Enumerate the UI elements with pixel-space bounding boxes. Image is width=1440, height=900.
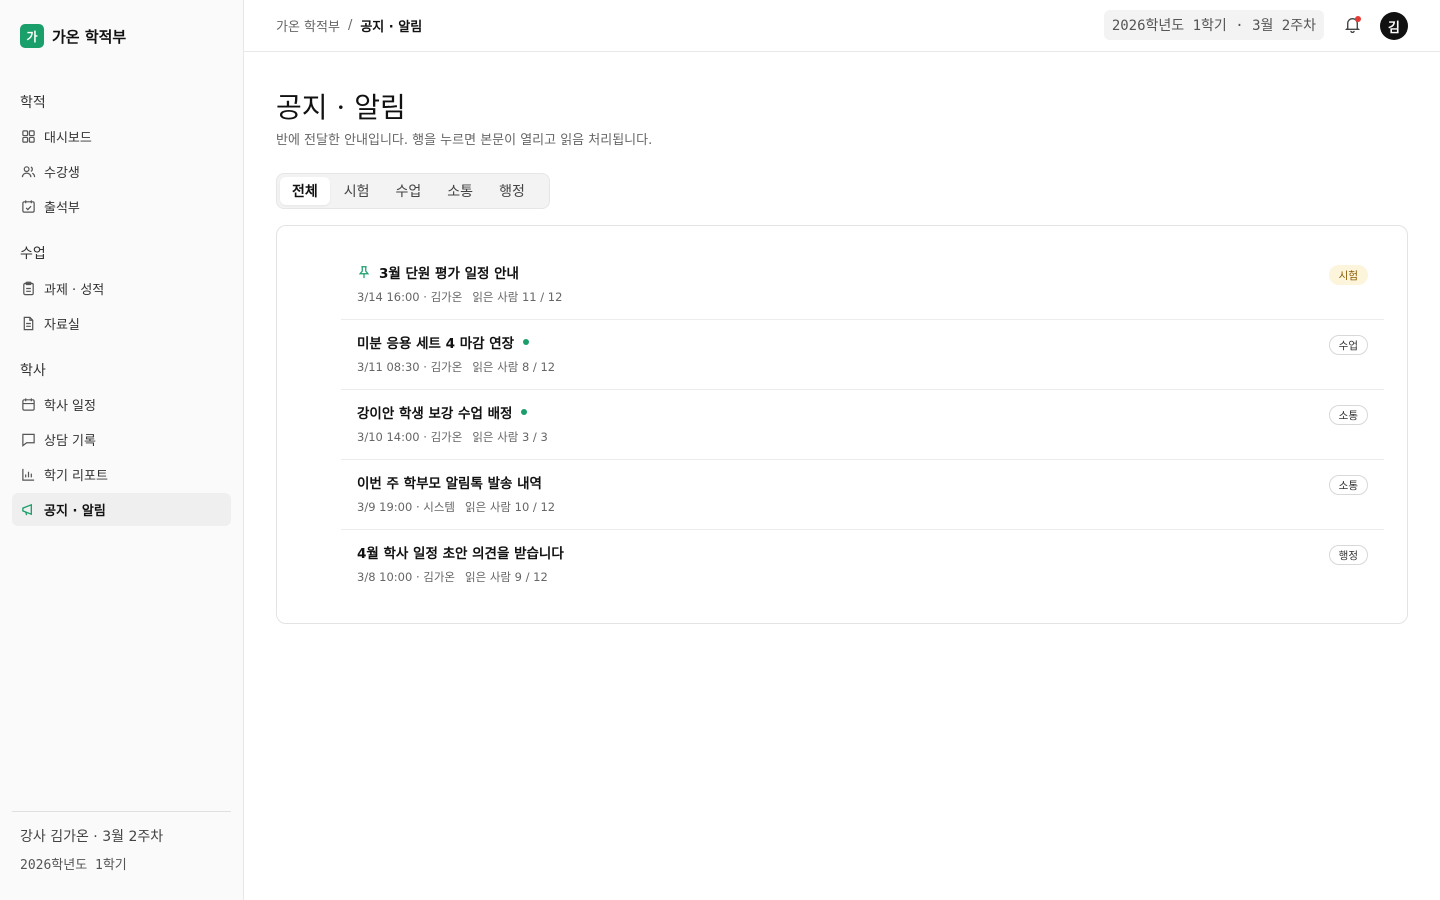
- notice-row[interactable]: 강이안 학생 보강 수업 배정 3/10 14:00 · 김가온 읽은 사람 3 …: [341, 390, 1384, 460]
- category-badge: 행정: [1328, 545, 1368, 565]
- notice-title: 이번 주 학부모 알림톡 발송 내역: [357, 476, 542, 492]
- sidebar: 가 가온 학적부 학적 대시보드 수강생 출석부 수업 과제 · 성적 자료실 …: [0, 0, 244, 900]
- tab-class[interactable]: 수업: [384, 177, 434, 205]
- tab-all[interactable]: 전체: [280, 177, 330, 205]
- term-indicator: 2026학년도 1학기 · 3월 2주차: [1103, 10, 1324, 40]
- breadcrumb-root[interactable]: 가온 학적부: [276, 16, 340, 35]
- chat-icon: [20, 432, 36, 448]
- sidebar-item-label: 과제 · 성적: [44, 283, 105, 298]
- notice-date-author: 3/8 10:00 · 김가온: [357, 570, 456, 584]
- notification-button[interactable]: [1340, 14, 1364, 38]
- notice-date-author: 3/9 19:00 · 시스템: [357, 500, 456, 514]
- notice-title: 3월 단원 평가 일정 안내: [379, 266, 519, 282]
- sidebar-item-students[interactable]: 수강생: [12, 155, 231, 188]
- brand-name: 가온 학적부: [52, 27, 127, 46]
- notice-meta: 3/10 14:00 · 김가온 읽은 사람 3 / 3: [357, 429, 548, 445]
- users-icon: [20, 164, 36, 180]
- topbar: 가온 학적부 / 공지 · 알림 2026학년도 1학기 · 3월 2주차 김: [244, 0, 1440, 52]
- unread-dot: [521, 409, 528, 415]
- category-badge: 소통: [1328, 475, 1368, 495]
- sidebar-item-label: 학사 일정: [44, 399, 96, 414]
- bar-chart-icon: [20, 467, 36, 483]
- notice-title: 미분 응용 세트 4 마감 연장: [357, 336, 515, 352]
- notice-meta: 3/14 16:00 · 김가온 읽은 사람 11 / 12: [357, 289, 562, 305]
- notice-list: 3월 단원 평가 일정 안내 3/14 16:00 · 김가온 읽은 사람 11 …: [276, 225, 1408, 624]
- unread-dot: [523, 339, 530, 345]
- notice-row[interactable]: 이번 주 학부모 알림톡 발송 내역 3/9 19:00 · 시스템 읽은 사람 …: [341, 460, 1384, 530]
- breadcrumb-current: 공지 · 알림: [360, 20, 423, 35]
- nav-section-title: 학사: [20, 363, 46, 379]
- tab-admin[interactable]: 행정: [487, 177, 537, 205]
- notice-title-wrap: 3월 단원 평가 일정 안내: [357, 262, 519, 282]
- category-badge: 수업: [1328, 335, 1368, 355]
- notice-meta: 3/11 08:30 · 김가온 읽은 사람 8 / 12: [357, 359, 555, 375]
- notice-read-count: 읽은 사람 8 / 12: [472, 360, 556, 374]
- breadcrumb-separator: /: [347, 18, 353, 33]
- breadcrumb: 가온 학적부 / 공지 · 알림: [276, 0, 422, 51]
- sidebar-item-label: 자료실: [44, 318, 80, 333]
- notice-meta: 3/8 10:00 · 김가온 읽은 사람 9 / 12: [357, 569, 548, 585]
- calendar-check-icon: [20, 199, 36, 215]
- sidebar-item-notices[interactable]: 공지 · 알림: [12, 493, 231, 526]
- tab-communication[interactable]: 소통: [435, 177, 485, 205]
- notice-read-count: 읽은 사람 10 / 12: [465, 500, 556, 514]
- notice-title-wrap: 이번 주 학부모 알림톡 발송 내역: [357, 472, 542, 492]
- sidebar-item-schedule[interactable]: 학사 일정: [12, 388, 231, 421]
- tab-exam[interactable]: 시험: [332, 177, 382, 205]
- notice-title-wrap: 강이안 학생 보강 수업 배정: [357, 402, 528, 422]
- sidebar-item-attendance[interactable]: 출석부: [12, 190, 231, 223]
- nav-section-title: 수업: [20, 246, 46, 262]
- category-badge: 시험: [1328, 265, 1368, 285]
- calendar-icon: [20, 397, 36, 413]
- notice-read-count: 읽은 사람 3 / 3: [472, 430, 548, 444]
- sidebar-item-materials[interactable]: 자료실: [12, 307, 231, 340]
- notice-row[interactable]: 3월 단원 평가 일정 안내 3/14 16:00 · 김가온 읽은 사람 11 …: [341, 250, 1384, 320]
- sidebar-item-reports[interactable]: 학기 리포트: [12, 458, 231, 491]
- sidebar-item-assignments[interactable]: 과제 · 성적: [12, 272, 231, 305]
- notice-date-author: 3/14 16:00 · 김가온: [357, 290, 463, 304]
- clipboard-icon: [20, 281, 36, 297]
- sidebar-item-label: 수강생: [44, 166, 80, 181]
- pin-icon: [357, 265, 372, 280]
- sidebar-item-label: 대시보드: [44, 131, 92, 146]
- dashboard-icon: [20, 129, 36, 145]
- sidebar-footer: 강사 김가온 · 3월 2주차 2026학년도 1학기: [12, 811, 231, 873]
- notice-meta: 3/9 19:00 · 시스템 읽은 사람 10 / 12: [357, 499, 555, 515]
- sidebar-item-counseling[interactable]: 상담 기록: [12, 423, 231, 456]
- notice-read-count: 읽은 사람 9 / 12: [465, 570, 548, 584]
- category-tabs: 전체 시험 수업 소통 행정: [276, 173, 550, 209]
- file-icon: [20, 316, 36, 332]
- nav-section-title: 학적: [20, 95, 46, 111]
- notice-title: 4월 학사 일정 초안 의견을 받습니다: [357, 546, 564, 562]
- notice-title-wrap: 미분 응용 세트 4 마감 연장: [357, 332, 530, 352]
- notification-dot: [1355, 16, 1361, 22]
- notice-title-wrap: 4월 학사 일정 초안 의견을 받습니다: [357, 542, 564, 562]
- notice-title: 강이안 학생 보강 수업 배정: [357, 406, 513, 422]
- notice-date-author: 3/10 14:00 · 김가온: [357, 430, 463, 444]
- megaphone-icon: [20, 502, 36, 518]
- sidebar-item-label: 상담 기록: [44, 434, 96, 449]
- notice-read-count: 읽은 사람 11 / 12: [472, 290, 563, 304]
- brand-logo: 가: [20, 24, 44, 48]
- footer-term: 2026학년도 1학기: [20, 858, 127, 873]
- avatar[interactable]: 김: [1380, 12, 1408, 40]
- page-description: 반에 전달한 안내입니다. 행을 누르면 본문이 열리고 읽음 처리됩니다.: [276, 133, 653, 148]
- footer-user-info: 강사 김가온 · 3월 2주차: [20, 829, 164, 845]
- category-badge: 소통: [1328, 405, 1368, 425]
- notice-row[interactable]: 미분 응용 세트 4 마감 연장 3/11 08:30 · 김가온 읽은 사람 8…: [341, 320, 1384, 390]
- page-title: 공지 · 알림: [276, 91, 406, 124]
- notice-row[interactable]: 4월 학사 일정 초안 의견을 받습니다 3/8 10:00 · 김가온 읽은 사…: [341, 530, 1384, 600]
- notice-date-author: 3/11 08:30 · 김가온: [357, 360, 463, 374]
- brand[interactable]: 가 가온 학적부: [20, 24, 126, 48]
- sidebar-item-label: 공지 · 알림: [44, 504, 106, 519]
- sidebar-item-dashboard[interactable]: 대시보드: [12, 120, 231, 153]
- sidebar-item-label: 출석부: [44, 201, 80, 216]
- sidebar-item-label: 학기 리포트: [44, 469, 108, 484]
